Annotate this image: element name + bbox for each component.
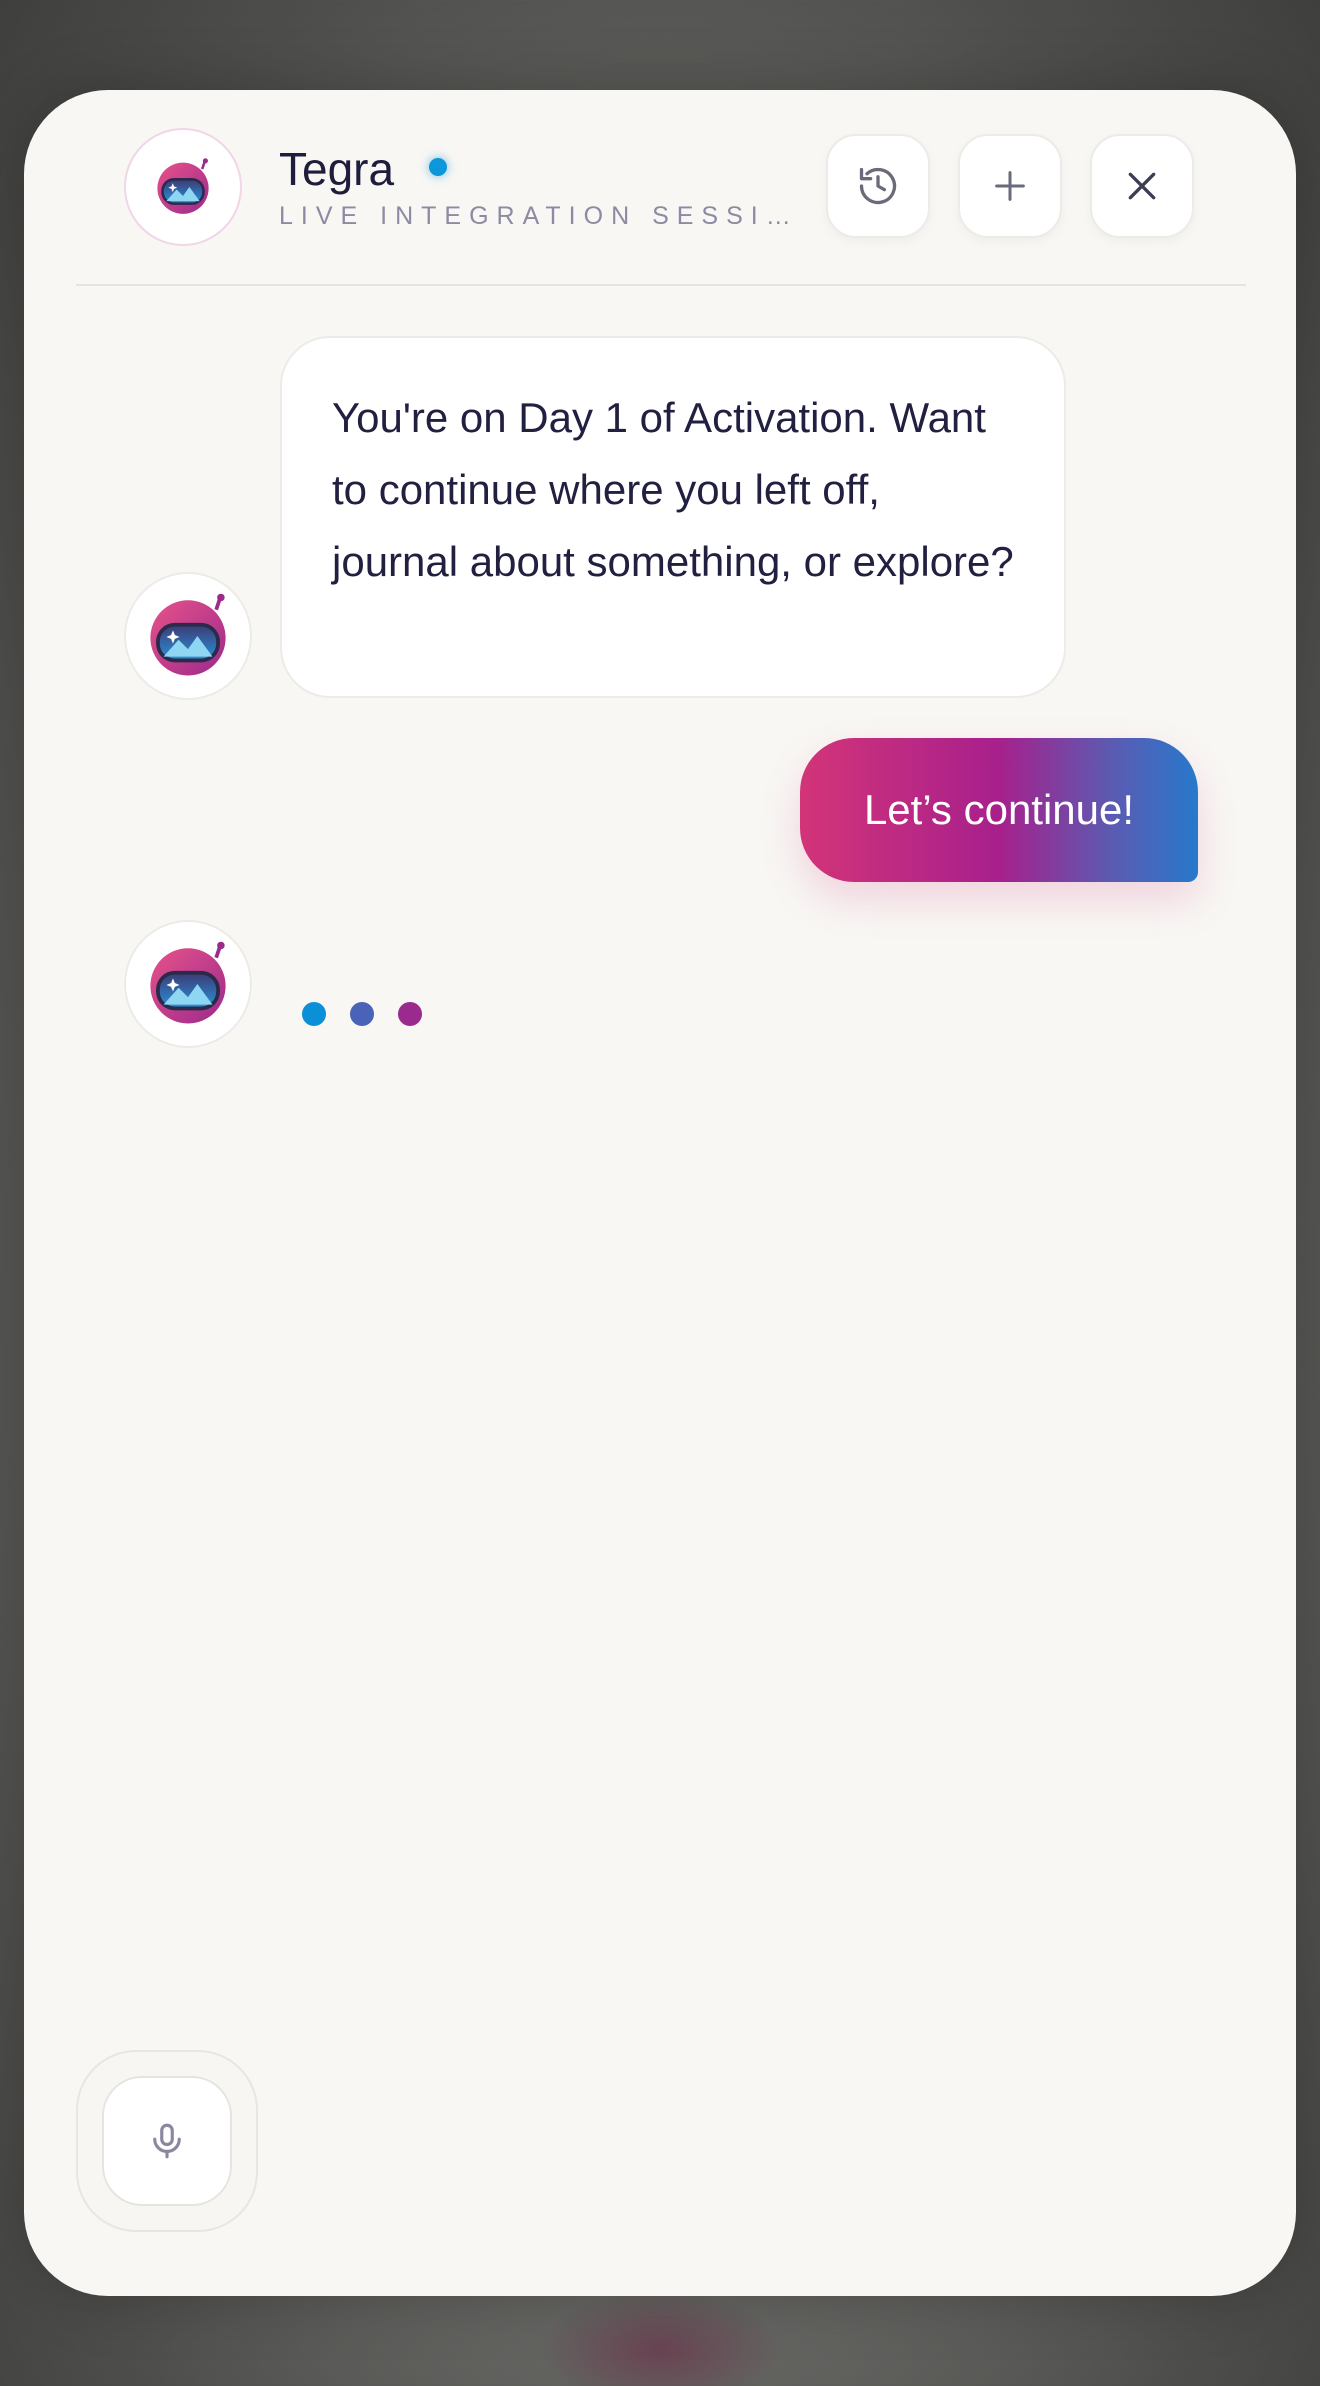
assistant-message-avatar <box>124 572 252 700</box>
typing-dot <box>302 1002 326 1026</box>
typing-dot <box>350 1002 374 1026</box>
assistant-name: Tegra <box>279 143 395 195</box>
history-button[interactable] <box>826 134 930 238</box>
mic-button[interactable] <box>102 2076 232 2206</box>
session-subtitle: LIVE INTEGRATION SESSION <box>279 202 799 230</box>
astronaut-helmet-icon <box>150 593 226 676</box>
plus-icon <box>995 171 1025 201</box>
history-icon <box>859 167 897 205</box>
assistant-typing-avatar <box>124 920 252 1048</box>
header-divider <box>76 284 1246 286</box>
mic-button-frame <box>76 2050 258 2232</box>
online-status-dot <box>429 158 447 176</box>
typing-dot <box>398 1002 422 1026</box>
astronaut-helmet-icon <box>157 158 209 214</box>
astronaut-helmet-icon <box>150 941 226 1024</box>
background-glow <box>540 2290 780 2386</box>
assistant-message: You're on Day 1 of Activation. Want to c… <box>280 336 1066 698</box>
new-session-button[interactable] <box>958 134 1062 238</box>
assistant-avatar <box>124 128 242 246</box>
microphone-icon <box>153 2123 181 2159</box>
close-button[interactable] <box>1090 134 1194 238</box>
chat-panel: Tegra LIVE INTEGRATION SESSION You're on… <box>24 90 1296 2296</box>
close-icon <box>1128 172 1156 200</box>
user-message: Let’s continue! <box>800 738 1198 882</box>
